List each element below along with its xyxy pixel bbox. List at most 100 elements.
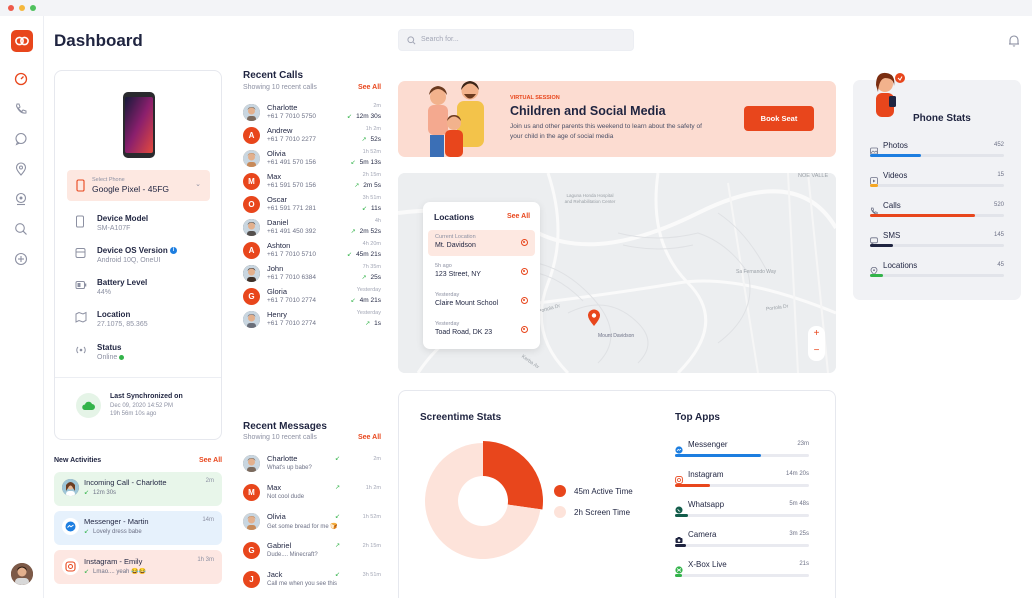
map-marker-icon[interactable]	[587, 309, 601, 327]
target-dot	[523, 270, 526, 273]
maximize-window-dot[interactable]	[30, 5, 36, 11]
contact-avatar	[243, 513, 260, 530]
activities-see-all[interactable]: See All	[199, 457, 222, 464]
sync-ago: 19h 56m 10s ago	[110, 411, 157, 417]
locations-see-all[interactable]: See All	[507, 213, 530, 220]
messages-see-all[interactable]: See All	[358, 434, 381, 441]
smartphone-outline-icon	[76, 215, 84, 228]
legend-swatch	[554, 506, 566, 518]
add-circle-icon[interactable]	[14, 252, 28, 266]
location-when: Current Location	[435, 234, 476, 240]
target-dot	[523, 328, 526, 331]
activity-sub-text: Lmao.... yeah 😂😂	[93, 569, 146, 575]
banner-text: Join us and other parents this weekend t…	[510, 123, 702, 140]
call-row[interactable]: G Gloria +61 7 7010 2774 Yesterday ↙ 4m 21s	[243, 287, 383, 309]
zoom-out-button[interactable]: −	[808, 345, 825, 356]
avatar-photo	[243, 104, 260, 121]
call-row[interactable]: Daniel +61 491 450 392 4h ↗ 2m 52s	[243, 218, 383, 240]
user-avatar[interactable]	[11, 563, 33, 585]
call-duration-text: 5m 13s	[359, 159, 381, 166]
chat-icon[interactable]	[14, 132, 28, 146]
activity-card[interactable]: Messenger - Martin ↙ Lovely dress babe 14…	[54, 511, 222, 545]
location-item[interactable]: Current Location Mt. Davidson	[428, 230, 535, 256]
usage-bar	[675, 454, 809, 457]
location-item[interactable]: Yesterday Toad Road, DK 23	[428, 317, 535, 343]
minimize-window-dot[interactable]	[19, 5, 25, 11]
dashboard-gauge-icon[interactable]	[14, 72, 28, 86]
call-duration: ↗ 2m 5s	[354, 182, 381, 189]
activity-card[interactable]: Incoming Call - Charlotte ↙ 12m 30s 2m	[54, 472, 222, 506]
phone-select-value: Google Pixel - 45FG	[92, 184, 170, 194]
camera-icon	[675, 531, 683, 543]
contact-avatar	[243, 455, 260, 472]
message-row[interactable]: Olivia Get some bread for me 🍞 1h 52m ↙	[243, 511, 383, 537]
phone-icon[interactable]	[14, 102, 28, 116]
app-time: 21s	[799, 561, 809, 567]
top-apps-title: Top Apps	[675, 412, 720, 423]
stat-value: 145	[993, 232, 1004, 238]
app-logo[interactable]	[11, 30, 33, 52]
search-input[interactable]: Search for...	[398, 29, 634, 51]
calls-see-all[interactable]: See All	[358, 84, 381, 91]
screentime-pie-chart	[425, 441, 543, 559]
bell-icon[interactable]	[1008, 34, 1020, 47]
location-place: Mt. Davidson	[435, 242, 476, 249]
activities-title: New Activities	[54, 457, 102, 464]
outgoing-arrow-icon: ↗	[350, 229, 356, 235]
call-row[interactable]: A Andrew +61 7 7010 2277 1h 2m ↗ 52s	[243, 126, 383, 148]
contact-avatar: O	[243, 196, 260, 213]
call-time: 7h 35m	[362, 264, 381, 270]
search-web-icon[interactable]	[14, 222, 28, 236]
close-window-dot[interactable]	[8, 5, 14, 11]
message-row[interactable]: M Max Not cool dude 1h 2m ↗	[243, 482, 383, 508]
location-pin-icon[interactable]	[14, 162, 28, 176]
stat-bar	[870, 214, 1004, 217]
call-duration: ↙ 11s	[362, 205, 381, 212]
stat-row: Calls 520	[870, 201, 1004, 226]
contact-avatar	[243, 150, 260, 167]
call-row[interactable]: Charlotte +61 7 7010 5750 2m ↙ 12m 30s	[243, 103, 383, 125]
usage-bar	[675, 544, 809, 547]
geofence-icon[interactable]	[14, 192, 28, 206]
contact-name: John	[267, 264, 284, 273]
call-row[interactable]: John +61 7 7010 6384 7h 35m ↗ 25s	[243, 264, 383, 286]
location-when: 5h ago	[435, 263, 452, 269]
call-row[interactable]: Henry +61 7 7010 2774 Yesterday ↗ 1s	[243, 310, 383, 332]
phone-select[interactable]: Select Phone Google Pixel - 45FG ⌄	[67, 170, 210, 201]
message-text: Not cool dude	[267, 494, 305, 500]
call-row[interactable]: Olivia +61 491 570 156 1h 52m ↙ 5m 13s	[243, 149, 383, 171]
activity-card[interactable]: Instagram - Emily ↙ Lmao.... yeah 😂😂 1h 3…	[54, 550, 222, 584]
message-row[interactable]: G Gabriel Dude.... Minecraft? 2h 15m ↗	[243, 540, 383, 566]
location-item[interactable]: Yesterday Claire Mount School	[428, 288, 535, 314]
banner-eyebrow: VIRTUAL SESSION	[510, 95, 560, 101]
usage-bar-fill	[675, 514, 689, 517]
contact-name: Max	[267, 483, 282, 492]
call-time: 4h	[374, 218, 381, 224]
calls-title: Recent Calls	[243, 70, 304, 81]
avatar-photo	[62, 479, 79, 496]
call-row[interactable]: A Ashton +61 7 7010 5710 4h 20m ↙ 45m 21s	[243, 241, 383, 263]
message-row[interactable]: J Jack Call me when you see this 3h 51m ↙	[243, 569, 383, 595]
spec-label: Battery Level	[97, 278, 148, 287]
phone-icon	[870, 202, 878, 215]
call-row[interactable]: M Max +61 591 570 156 2h 15m ↗ 2m 5s	[243, 172, 383, 194]
contact-avatar	[243, 104, 260, 121]
app-row: Camera 3m 25s	[675, 530, 809, 555]
incoming-arrow-icon: ↙	[84, 569, 90, 575]
outgoing-arrow-icon: ↗	[335, 543, 341, 549]
stat-row: SMS 145	[870, 231, 1004, 256]
location-item[interactable]: 5h ago 123 Street, NY	[428, 259, 535, 285]
info-icon[interactable]: i	[169, 247, 177, 255]
book-seat-button[interactable]: Book Seat	[744, 106, 814, 131]
family-illustration	[428, 81, 484, 157]
app-name: Camera	[688, 530, 717, 539]
map[interactable]: Laguna Honda Hospital and Rehabilitation…	[398, 173, 836, 373]
call-row[interactable]: O Oscar +61 591 771 281 3h 51m ↙ 11s	[243, 195, 383, 217]
messages-subtitle: Showing 10 recent calls	[243, 434, 317, 441]
app-name: Messenger	[688, 440, 728, 449]
call-duration-text: 52s	[370, 136, 381, 143]
incoming-arrow-icon: ↙	[347, 252, 353, 258]
message-row[interactable]: Charlotte What's up babe? 2m ↙	[243, 453, 383, 479]
incoming-arrow-icon: ↙	[84, 529, 90, 535]
zoom-in-button[interactable]: +	[808, 328, 825, 339]
